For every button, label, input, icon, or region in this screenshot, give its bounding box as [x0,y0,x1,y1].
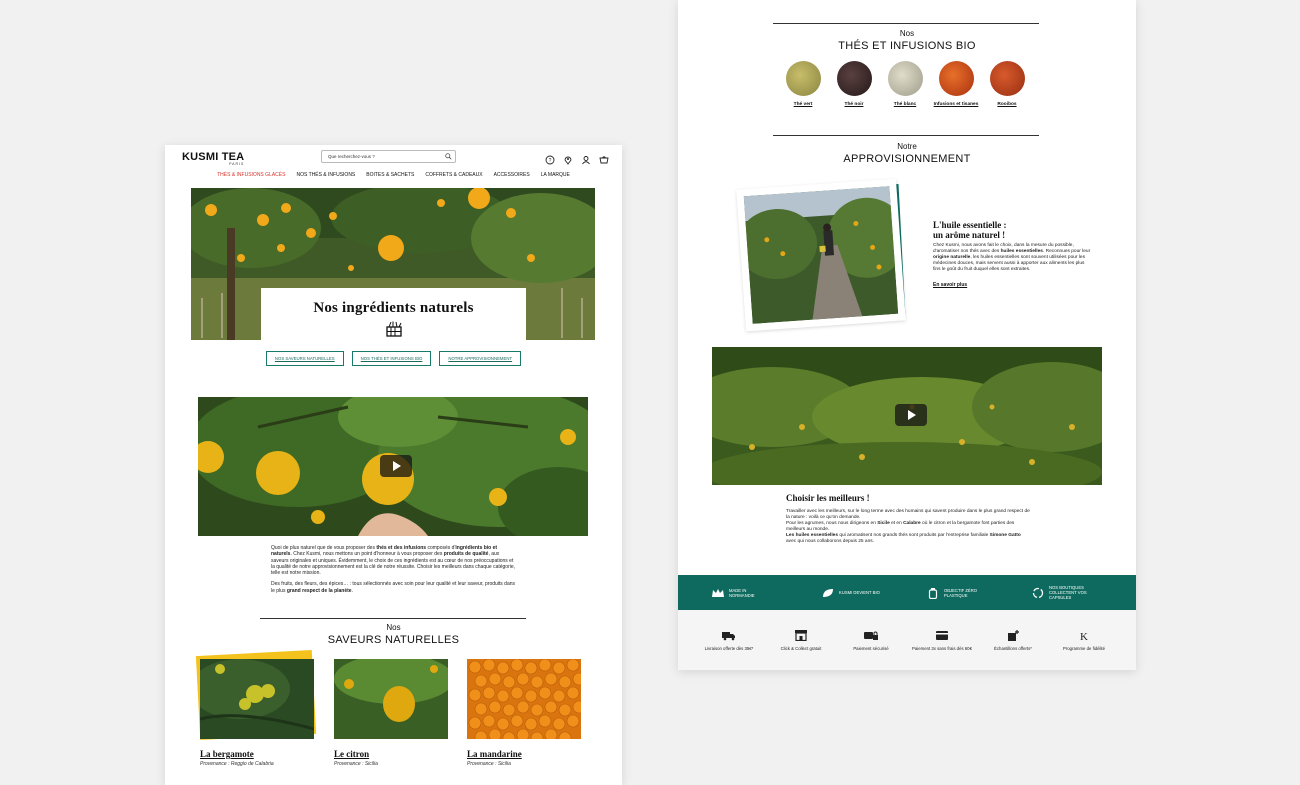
section-divider [773,23,1039,24]
right-page-mockup: Nos Thés et infusions bio Thé vert Thé n… [678,0,1136,670]
services-bar: Livraison offerte dès 35€* Click & Colle… [678,610,1136,670]
flavours-title: Saveurs naturelles [327,634,460,646]
essential-oil-text: Chez Kusmi, nous avons fait le choix, da… [933,243,1091,272]
essential-oil-title: L'huile essentielle : un arôme naturel ! [933,220,1007,240]
tea-category-green[interactable]: Thé vert [785,61,821,107]
truck-icon [722,632,735,641]
header-icons: ? [545,152,609,165]
crown-icon [712,588,724,597]
anchor-organic-teas-button[interactable]: Nos thés et infusions bio [351,351,432,366]
nav-item-boxes[interactable]: Boites & sachets [366,172,414,178]
anchor-natural-flavours-button[interactable]: Nos saveurs naturelles [265,351,344,366]
card-lemon[interactable]: Le citron Provenance : Sicilia [334,659,450,767]
intro-text: Quoi de plus naturel que de vous propose… [271,545,516,594]
service-samples: Échantillons offerts* [980,630,1046,652]
left-page-mockup: KUSMI TEA PARIS Que recherchez-vous ? ? … [165,145,622,785]
svg-text:K: K [1080,631,1088,641]
section-divider [773,135,1039,136]
section-divider [260,618,526,619]
nav-item-teas[interactable]: Nos thés & infusions [296,172,355,178]
card-mandarin[interactable]: La mandarine Provenance : Sicilia [467,659,583,767]
bergamot-image [200,659,314,739]
leaf-icon [823,588,833,597]
kusmi-k-icon: K [1080,631,1088,641]
orchard-video[interactable] [712,347,1102,485]
credit-card-icon [936,631,948,640]
anchor-links: Nos saveurs naturelles Nos thés et infus… [165,351,622,366]
service-click-collect: Click & Collect gratuit [768,630,834,652]
farmer-photo [736,178,907,332]
service-loyalty: K Programme de fidélité [1062,631,1106,651]
search-input[interactable]: Que recherchez-vous ? [321,150,456,163]
tea-category-white[interactable]: Thé blanc [887,61,923,107]
play-button[interactable] [895,404,927,426]
hero-title: Nos ingrédients naturels [313,300,474,316]
service-secure-payment: Paiement sécurisé [838,630,904,652]
search-icon[interactable] [445,153,452,160]
nav-item-brand[interactable]: La marque [541,172,570,178]
sample-box-icon [1008,630,1019,641]
commitments-band: Made in Normandie Kusmi devient bio Obje… [678,575,1136,610]
anchor-supply-button[interactable]: Notre approvisionnement [439,351,522,366]
service-3x-payment: Paiement 3x sans frais dès 60€ [909,630,975,652]
mandarin-image [467,659,581,739]
shop-icon [795,630,807,641]
secure-card-icon [864,631,878,640]
commitment-zero-plastic: Objectif zéro plastique [926,587,984,599]
cart-icon[interactable] [599,152,609,164]
lemon-image [334,659,448,739]
service-free-delivery: Livraison offerte dès 35€* [696,630,762,652]
flavours-pretitle: Nos [386,623,401,632]
bottle-icon [928,587,938,599]
teas-title: Thés et infusions bio [838,40,976,52]
kusmi-logo[interactable]: KUSMI TEA PARIS [182,151,244,166]
supply-pretitle: Notre [897,142,917,151]
main-nav: Thés & infusions glacés Nos thés & infus… [165,172,622,178]
learn-more-link[interactable]: En savoir plus [933,282,967,288]
ingredients-basket-icon [385,321,402,337]
nav-item-gifts[interactable]: Coffrets & cadeaux [425,172,482,178]
card-bergamot[interactable]: La bergamote Provenance : Reggio de Cala… [195,650,317,767]
best-title: Choisir les meilleurs ! [786,493,870,503]
best-text: Travailler avec les meilleurs, sur le lo… [786,509,1030,544]
teas-pretitle: Nos [899,29,915,38]
tea-category-rooibos[interactable]: Rooibos [989,61,1025,107]
tea-category-infusions[interactable]: Infusions et tisanes [934,61,978,107]
tea-category-black[interactable]: Thé noir [836,61,872,107]
tea-categories: Thé vert Thé noir Thé blanc Infusions et… [785,61,1025,107]
store-locator-icon[interactable] [563,152,573,165]
recycle-icon [1032,587,1044,598]
svg-text:?: ? [549,158,552,164]
play-button[interactable] [380,455,412,477]
commitment-normandie: Made in Normandie [711,587,769,599]
commitment-capsules: Nos boutiques collectent vos capsules [1031,585,1091,600]
hero-title-box: Nos ingrédients naturels [261,288,526,343]
help-icon[interactable]: ? [545,152,555,165]
nav-item-accessories[interactable]: Accessoires [494,172,530,178]
nav-item-iced-teas[interactable]: Thés & infusions glacés [217,172,285,178]
commitment-bio: Kusmi devient bio [821,587,880,599]
supply-title: Approvisionnement [843,153,971,165]
account-icon[interactable] [581,152,591,165]
lemons-video[interactable] [198,397,588,536]
